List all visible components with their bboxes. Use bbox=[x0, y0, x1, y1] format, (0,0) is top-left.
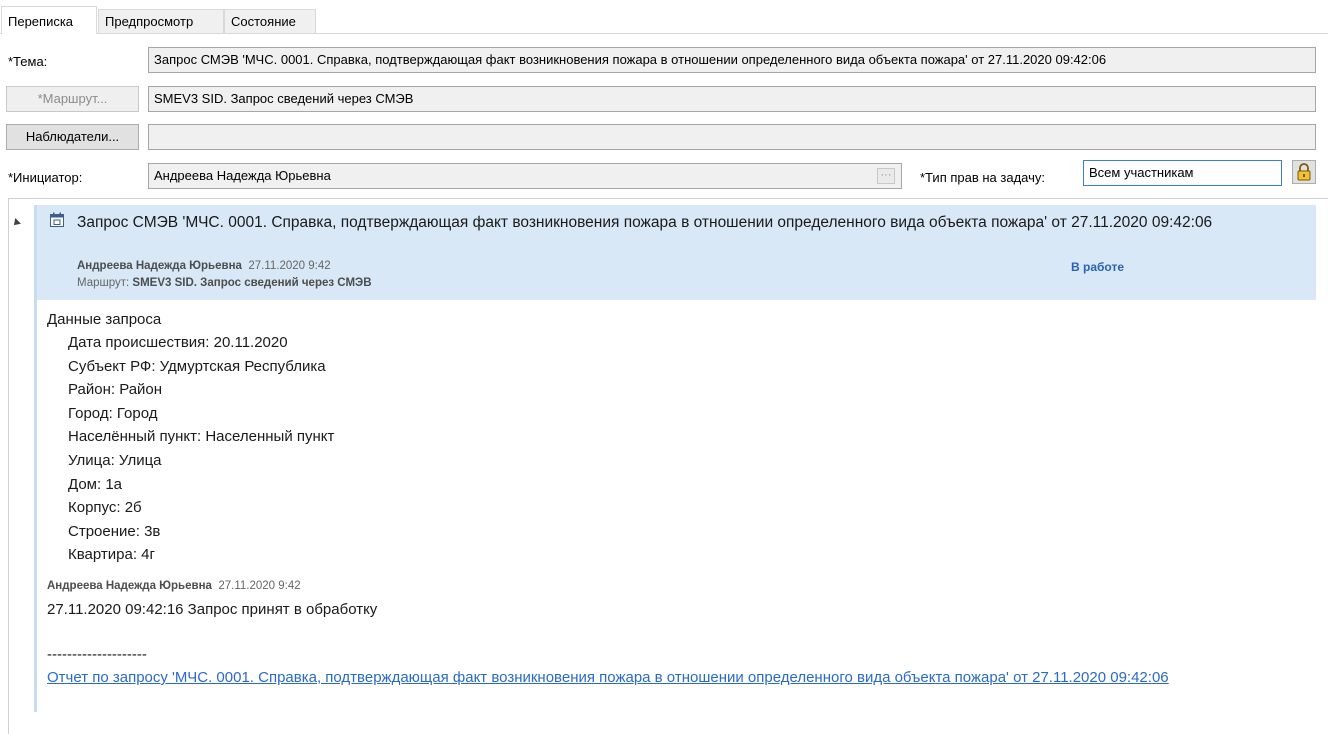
request-field: Дата происшествия: 20.11.2020 bbox=[68, 334, 288, 351]
request-field: Строение: 3в bbox=[68, 522, 161, 540]
reply-text: 27.11.2020 09:42:16 Запрос принят в обра… bbox=[47, 601, 378, 618]
rights-type-field[interactable]: Всем участникам bbox=[1083, 160, 1282, 186]
rights-label: *Тип прав на задачу: bbox=[920, 170, 1045, 185]
subject-field[interactable]: Запрос СМЭВ 'МЧС. 0001. Справка, подтвер… bbox=[148, 47, 1316, 73]
subject-label: *Тема: bbox=[8, 54, 48, 69]
message-route-prefix: Маршрут: bbox=[77, 277, 130, 289]
request-field: Город: Город bbox=[68, 404, 158, 422]
observers-field[interactable] bbox=[148, 124, 1316, 150]
separator-line: -------------------- bbox=[47, 646, 147, 663]
reply-author: Андреева Надежда Юрьевна bbox=[47, 580, 212, 592]
lock-icon bbox=[1297, 163, 1311, 181]
request-field: Субъект РФ: Удмуртская Республика bbox=[68, 357, 326, 375]
calendar-task-icon bbox=[50, 212, 64, 227]
report-link[interactable]: Отчет по запросу 'МЧС. 0001. Справка, по… bbox=[47, 666, 1312, 689]
initiator-field[interactable]: Андреева Надежда Юрьевна ··· bbox=[148, 163, 902, 189]
request-heading: Данные запроса bbox=[47, 311, 162, 328]
initiator-select-button[interactable]: ··· bbox=[877, 168, 895, 184]
reply-meta: Андреева Надежда Юрьевна 27.11.2020 9:42 bbox=[47, 578, 301, 594]
message-author: Андреева Надежда Юрьевна bbox=[77, 260, 242, 272]
request-field: Населённый пункт: Населенный пункт bbox=[68, 428, 335, 446]
status-badge: В работе bbox=[1071, 260, 1124, 274]
request-field: Квартира: 4г bbox=[68, 546, 155, 564]
route-button[interactable]: *Маршрут... bbox=[6, 86, 139, 112]
reply-date: 27.11.2020 9:42 bbox=[218, 580, 301, 592]
request-field: Улица: Улица bbox=[68, 451, 162, 469]
observers-button[interactable]: Наблюдатели... bbox=[6, 124, 139, 150]
request-field: Дом: 1а bbox=[68, 475, 123, 493]
request-fields: Дата происшествия: 20.11.2020 Субъект РФ… bbox=[68, 331, 334, 567]
tab-bar: Переписка Предпросмотр Состояние bbox=[0, 0, 1328, 34]
message-date: 27.11.2020 9:42 bbox=[248, 260, 331, 272]
message-route: Маршрут: SMEV3 SID. Запрос сведений чере… bbox=[77, 275, 372, 291]
initiator-label: *Инициатор: bbox=[8, 170, 83, 185]
request-field: Корпус: 2б bbox=[68, 499, 142, 517]
tab-preview[interactable]: Предпросмотр bbox=[98, 9, 224, 33]
tab-correspondence[interactable]: Переписка bbox=[1, 6, 97, 34]
tab-bar-divider bbox=[0, 33, 1328, 34]
lock-button[interactable] bbox=[1292, 160, 1316, 184]
message-meta: Андреева Надежда Юрьевна 27.11.2020 9:42 bbox=[77, 258, 331, 274]
message-route-value: SMEV3 SID. Запрос сведений через СМЭВ bbox=[132, 277, 372, 289]
route-field: SMEV3 SID. Запрос сведений через СМЭВ bbox=[148, 86, 1316, 112]
initiator-value: Андреева Надежда Юрьевна bbox=[154, 168, 331, 183]
message-title: Запрос СМЭВ 'МЧС. 0001. Справка, подтвер… bbox=[77, 214, 1213, 231]
request-field: Район: Район bbox=[68, 381, 163, 399]
tab-status[interactable]: Состояние bbox=[224, 9, 316, 33]
